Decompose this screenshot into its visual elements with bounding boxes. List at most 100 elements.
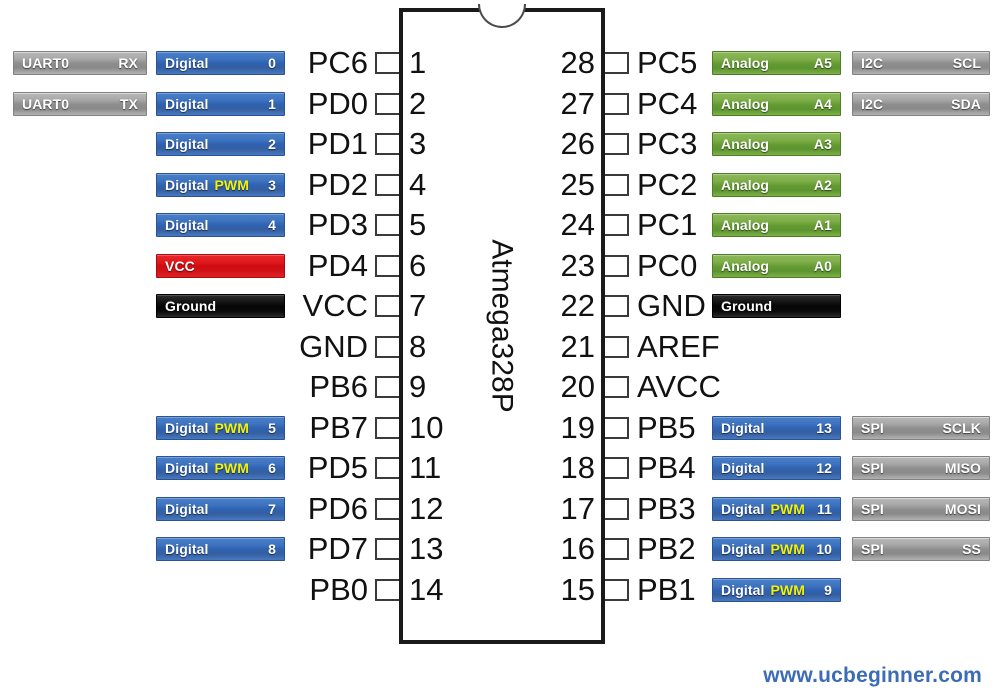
badge-label: VCC	[165, 257, 195, 274]
badge-value: 4	[268, 217, 276, 233]
badge-right-outer: SPI MISO	[852, 456, 990, 480]
pin-name-right: PB2	[637, 531, 696, 566]
pin-stub-right	[603, 335, 629, 358]
pin-name-right: PB3	[637, 490, 696, 526]
badge-left-inner: Digital 4	[156, 213, 285, 237]
badge-right-inner: Ground	[712, 294, 841, 318]
badge-left-inner: Ground	[156, 294, 285, 318]
pin-stub-left	[375, 214, 401, 236]
pin-number-left: 10	[409, 409, 444, 445]
badge-right-inner: Digital 12	[712, 456, 841, 480]
badge-label: Digital	[165, 541, 209, 557]
badge-label: Digital	[721, 581, 765, 598]
badge-value: 0	[268, 55, 276, 71]
pin-name-right: PC1	[637, 207, 698, 242]
badge-label: Digital	[165, 419, 209, 436]
badge-label: Analog	[721, 95, 770, 112]
pin-name-left: PD1	[307, 126, 368, 161]
badge-value: 10	[816, 541, 832, 557]
badge-right-inner: Digital PWM 11	[712, 496, 841, 521]
badge-right-inner: Analog A3	[712, 132, 841, 156]
badge-label: I2C	[861, 95, 884, 112]
badge-left-inner: Digital 7	[156, 496, 285, 521]
badge-right-inner: Analog A0	[712, 253, 841, 278]
pin-number-right: 26	[560, 126, 595, 161]
website-url[interactable]: www.ucbeginner.com	[763, 664, 982, 688]
pin-name-right: PB5	[637, 409, 696, 445]
pin-stub-left	[375, 376, 401, 398]
pin-number-right: 28	[560, 45, 595, 80]
badge-label: Digital	[165, 217, 209, 233]
pin-stub-right	[603, 52, 629, 74]
badge-left-outer: UART0 TX	[13, 91, 147, 116]
badge-left-inner: Digital PWM 3	[156, 172, 285, 197]
pin-number-left: 2	[409, 85, 427, 121]
pin-number-right: 23	[560, 247, 595, 283]
badge-label: UART0	[22, 95, 70, 112]
badge-label: Ground	[165, 298, 217, 314]
badge-value: 7	[268, 500, 276, 517]
badge-pwm-tag: PWM	[214, 460, 249, 476]
pin-row: VCC 7 22 GND	[0, 286, 1000, 326]
badge-left-outer: UART0 RX	[13, 51, 147, 75]
pin-name-left: PD2	[307, 166, 368, 202]
badge-value: A4	[813, 95, 832, 112]
badge-right-outer: SPI SCLK	[852, 415, 990, 440]
badge-value: MOSI	[944, 500, 981, 517]
badge-label: SPI	[861, 460, 884, 476]
badge-value: 6	[268, 460, 276, 476]
badge-label: Digital	[165, 460, 209, 476]
pin-stub-left	[375, 295, 401, 317]
pin-name-left: PD6	[307, 490, 368, 526]
pin-stub-right	[603, 578, 629, 601]
badge-left-inner: Digital 2	[156, 132, 285, 156]
badge-label: Analog	[721, 136, 770, 152]
pin-number-right: 20	[560, 369, 595, 404]
badge-right-inner: Digital PWM 9	[712, 577, 841, 602]
badge-value: 3	[268, 176, 276, 193]
badge-right-outer: I2C SDA	[852, 91, 990, 116]
pin-name-left: VCC	[302, 288, 368, 323]
pin-name-left: PB0	[309, 571, 368, 607]
pin-name-right: PB1	[637, 571, 696, 607]
pin-name-right: PC4	[637, 85, 698, 121]
badge-value: A1	[813, 217, 832, 233]
pin-stub-left	[375, 538, 401, 560]
pin-number-left: 12	[409, 490, 444, 526]
pin-stub-right	[603, 457, 629, 479]
badge-pwm-tag: PWM	[214, 419, 249, 436]
pin-stub-right	[603, 295, 629, 317]
pin-row: PB6 9 20 AVCC	[0, 367, 1000, 407]
pin-name-left: PD4	[307, 247, 368, 283]
pin-name-right: AVCC	[637, 369, 721, 404]
badge-value: MISO	[944, 460, 981, 476]
pin-number-left: 6	[409, 247, 427, 283]
pin-row: PD3 5 24 PC1	[0, 205, 1000, 245]
badge-label: Digital	[721, 541, 765, 557]
badge-label: I2C	[861, 55, 884, 71]
badge-label: Digital	[721, 460, 765, 476]
pin-number-right: 18	[560, 450, 595, 485]
pin-name-right: GND	[637, 288, 706, 323]
pin-name-left: PC6	[307, 45, 368, 80]
pin-stub-left	[375, 173, 401, 196]
badge-label: Digital	[165, 176, 209, 193]
badge-value: TX	[119, 95, 138, 112]
pin-number-right: 27	[560, 85, 595, 121]
badge-right-inner: Analog A1	[712, 213, 841, 237]
pin-number-left: 11	[409, 450, 442, 485]
pin-row: GND 8 21 AREF	[0, 327, 1000, 367]
badge-left-inner: VCC	[156, 253, 285, 278]
pin-row: PD7 13 16 PB2	[0, 529, 1000, 569]
pin-row: PD4 6 23 PC0	[0, 246, 1000, 286]
badge-label: Digital	[721, 419, 765, 436]
badge-pwm-tag: PWM	[214, 176, 249, 193]
badge-value: 8	[268, 541, 276, 557]
pin-number-right: 22	[560, 288, 595, 323]
badge-right-outer: SPI SS	[852, 537, 990, 561]
pin-name-left: GND	[299, 328, 368, 364]
badge-right-outer: I2C SCL	[852, 51, 990, 75]
pin-stub-left	[375, 92, 401, 115]
badge-label: Digital	[165, 500, 209, 517]
badge-value: A0	[813, 257, 832, 274]
